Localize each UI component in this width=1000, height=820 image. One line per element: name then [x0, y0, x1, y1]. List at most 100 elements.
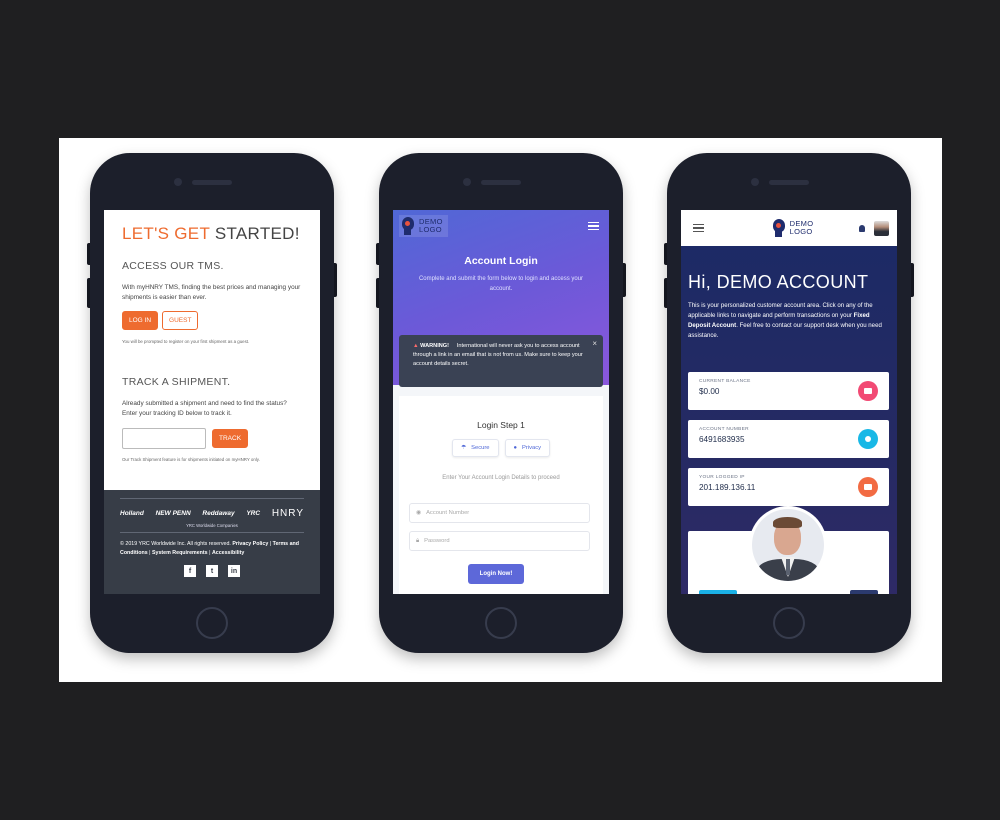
- account-number-card[interactable]: ACCOUNT NUMBER 6491683935: [688, 420, 889, 458]
- head-logo-icon: [772, 219, 786, 237]
- user-icon: ●: [513, 445, 518, 451]
- track-button[interactable]: TRACK: [212, 428, 249, 448]
- instructions-text: Enter Your Account Login Details to proc…: [442, 475, 560, 481]
- linkedin-icon[interactable]: in: [228, 565, 240, 578]
- track-note: Our Track Shipment feature is for shipme…: [122, 456, 260, 462]
- phone-side-button: [911, 263, 914, 297]
- access-text: With myHNRY TMS, finding the best prices…: [122, 284, 301, 301]
- site-footer: Holland NEW PENN Reddaway YRC HNRY YRC W…: [104, 490, 320, 594]
- hnry-logo[interactable]: HNRY: [272, 508, 304, 519]
- menu-icon[interactable]: [693, 223, 704, 233]
- access-heading: ACCESS OUR TMS.: [122, 260, 224, 272]
- lock-icon: 🔒︎: [416, 537, 420, 544]
- close-icon[interactable]: ×: [592, 338, 597, 351]
- phone-side-button: [87, 243, 90, 265]
- copyright-text: © 2019 YRC Worldwide Inc. All rights res…: [120, 541, 231, 547]
- menu-icon[interactable]: [588, 221, 599, 231]
- intro-text-part1: This is your personalized customer accou…: [688, 302, 873, 320]
- phone-camera: [463, 178, 471, 186]
- tracking-id-input[interactable]: [122, 427, 206, 449]
- logged-ip-card[interactable]: YOUR LOGGED IP 201.189.136.11: [688, 468, 889, 506]
- briefcase-icon: [858, 381, 878, 401]
- laptop-icon: [858, 477, 878, 497]
- phone-speaker: [481, 180, 521, 185]
- greeting-title: Hi, DEMO ACCOUNT: [688, 272, 869, 292]
- phone-side-button: [664, 278, 667, 308]
- logo-line-2: LOGO: [789, 227, 813, 236]
- phone-speaker: [769, 180, 809, 185]
- phone-home-button: [485, 607, 517, 639]
- account-number-placeholder: Account Number: [426, 510, 470, 516]
- phone-mockup-login: DEMO LOGO Account Login Complete and sub…: [376, 153, 626, 653]
- account-number-field[interactable]: ◉ Account Number: [409, 503, 590, 523]
- login-tabs: ☂ Secure ● Privacy: [399, 439, 603, 457]
- phone-camera: [751, 178, 759, 186]
- step-title: Login Step 1: [477, 420, 525, 430]
- phone-side-button: [334, 263, 337, 297]
- profile-secondary-button[interactable]: [850, 590, 878, 594]
- footer-divider: [120, 532, 304, 533]
- guest-button[interactable]: GUEST: [162, 310, 199, 330]
- track-heading: TRACK A SHIPMENT.: [122, 375, 231, 388]
- yrc-companies-label: YRC Worldwide Companies: [186, 523, 238, 528]
- phone-speaker: [192, 180, 232, 185]
- footer-copyright: © 2019 YRC Worldwide Inc. All rights res…: [120, 541, 300, 556]
- page-subtitle: Complete and submit the form below to lo…: [418, 276, 584, 292]
- phone-mockup-tms: LET'S GET STARTED! ACCESS OUR TMS. With …: [87, 153, 337, 653]
- accessibility-link[interactable]: Accessibility: [212, 550, 244, 556]
- phone-side-button: [376, 243, 379, 265]
- warning-alert: × ▲ WARNING! International will never as…: [399, 335, 603, 387]
- phone-mockup-dashboard: DEMO LOGO Hi, DEMO ACCOUNT This is your …: [664, 153, 914, 653]
- demo-logo[interactable]: DEMO LOGO: [772, 219, 814, 237]
- login-button[interactable]: LOG IN: [122, 310, 159, 330]
- phone-home-button: [773, 607, 805, 639]
- balance-card[interactable]: CURRENT BALANCE $0.00: [688, 372, 889, 410]
- title-accent: LET'S GET: [122, 224, 210, 243]
- tms-screen: LET'S GET STARTED! ACCESS OUR TMS. With …: [104, 210, 320, 594]
- head-logo-icon: [401, 217, 415, 235]
- warning-icon: ▲: [413, 343, 419, 349]
- phone-camera: [174, 178, 182, 186]
- login-screen: DEMO LOGO Account Login Complete and sub…: [393, 210, 609, 594]
- phone-side-button: [87, 278, 90, 308]
- page-title: Account Login: [464, 255, 538, 267]
- login-now-button[interactable]: Login Now!: [468, 564, 524, 584]
- bell-icon[interactable]: [858, 224, 865, 232]
- phone-side-button: [623, 263, 626, 297]
- social-links: f t in: [120, 565, 304, 578]
- logo-line-2: LOGO: [419, 225, 442, 234]
- tab-privacy-label: Privacy: [522, 445, 542, 451]
- umbrella-icon: ☂: [460, 445, 467, 451]
- warning-label: WARNING!: [420, 343, 450, 349]
- top-nav: DEMO LOGO: [681, 210, 897, 246]
- login-card: Login Step 1 ☂ Secure ● Privacy Enter Yo…: [399, 396, 603, 594]
- brand-logos: Holland NEW PENN Reddaway YRC HNRY: [120, 499, 304, 523]
- yrc-logo[interactable]: YRC: [246, 510, 260, 517]
- tab-privacy[interactable]: ● Privacy: [504, 439, 551, 457]
- user-circle-icon: ◉: [416, 510, 422, 516]
- dashboard-screen: DEMO LOGO Hi, DEMO ACCOUNT This is your …: [681, 210, 897, 594]
- newpenn-logo[interactable]: NEW PENN: [156, 510, 191, 517]
- password-placeholder: Password: [424, 538, 450, 544]
- phone-home-button: [196, 607, 228, 639]
- profile-action-button[interactable]: [699, 590, 737, 594]
- privacy-policy-link[interactable]: Privacy Policy: [232, 541, 268, 547]
- guest-note: You will be prompted to register on your…: [122, 338, 250, 344]
- twitter-icon[interactable]: t: [206, 565, 218, 578]
- holland-logo[interactable]: Holland: [120, 510, 144, 517]
- tab-secure-label: Secure: [471, 445, 490, 451]
- facebook-icon[interactable]: f: [184, 565, 196, 578]
- avatar[interactable]: [873, 220, 889, 236]
- reddaway-logo[interactable]: Reddaway: [202, 510, 234, 517]
- demo-logo[interactable]: DEMO LOGO: [399, 215, 448, 237]
- title-main: STARTED!: [214, 224, 300, 243]
- tab-secure[interactable]: ☂ Secure: [451, 439, 499, 457]
- system-requirements-link[interactable]: System Requirements: [152, 550, 208, 556]
- profile-photo: [749, 506, 827, 584]
- top-nav: DEMO LOGO: [393, 210, 609, 242]
- password-field[interactable]: 🔒︎ Password: [409, 531, 590, 551]
- phone-side-button: [376, 278, 379, 308]
- user-icon: [858, 429, 878, 449]
- track-text: Already submitted a shipment and need to…: [122, 399, 287, 417]
- intro-text: This is your personalized customer accou…: [688, 301, 892, 341]
